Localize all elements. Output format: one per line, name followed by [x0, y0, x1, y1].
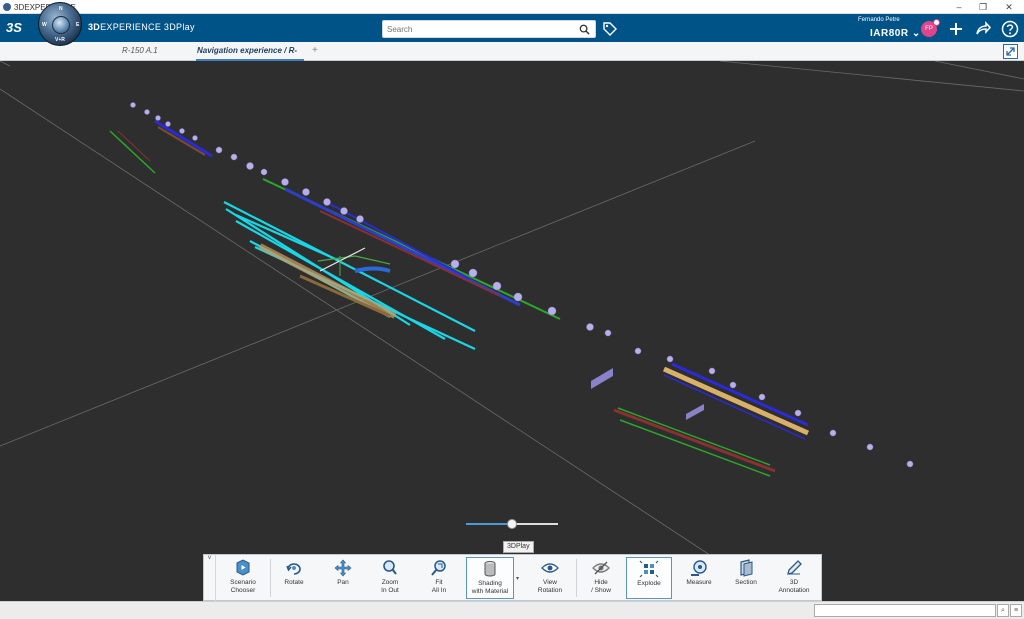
- upper-rail-assembly: [109, 119, 561, 320]
- toolbar-separator: [576, 559, 577, 597]
- close-window-button[interactable]: ✕: [1002, 1, 1016, 13]
- app-window-icon: [3, 3, 11, 11]
- slider-knob[interactable]: [507, 519, 517, 529]
- minimize-button[interactable]: –: [952, 1, 966, 13]
- search-icon[interactable]: [579, 24, 590, 35]
- 3d-annotation-button[interactable]: 3D Annotation: [771, 557, 817, 599]
- notification-dot: [933, 19, 940, 26]
- user-name[interactable]: Fernando Petre: [858, 17, 900, 23]
- zoom-button[interactable]: Zoom In Out: [367, 557, 413, 599]
- lower-rail-assembly: [613, 362, 810, 477]
- section-icon: [740, 559, 753, 577]
- compass-widget[interactable]: N W E V+R: [38, 2, 82, 46]
- section-button[interactable]: Section: [723, 557, 769, 599]
- action-bar: ˅ Scenario Chooser Rotate Pan Zoom In Ou…: [203, 554, 822, 601]
- timeline-slider[interactable]: [466, 519, 558, 529]
- shading-icon: [484, 561, 496, 577]
- tab-navigation-experience[interactable]: Navigation experience / R-: [197, 46, 297, 55]
- hide-show-icon: [592, 561, 610, 575]
- status-bar: ⌕ ≡: [0, 601, 1024, 619]
- compass-north: N: [59, 6, 63, 12]
- pan-button[interactable]: Pan: [320, 557, 366, 599]
- brand-logo: 3S: [6, 20, 22, 35]
- view-rotation-icon: [541, 563, 559, 573]
- tab-strip: R-150 A.1 Navigation experience / R- +: [0, 42, 1024, 61]
- collapse-arrows-icon: [1006, 47, 1015, 56]
- shading-with-material-button[interactable]: Shading with Material: [466, 557, 514, 599]
- add-tab-button[interactable]: +: [312, 45, 318, 56]
- scenario-chooser-button[interactable]: Scenario Chooser: [220, 557, 266, 599]
- help-icon[interactable]: [1001, 20, 1019, 38]
- search-box: [382, 20, 596, 38]
- compass-west: W: [42, 22, 47, 28]
- fullscreen-button[interactable]: [1003, 44, 1018, 59]
- chevron-down-icon: ⌄: [911, 28, 921, 39]
- shading-dropdown-icon[interactable]: ▾: [516, 575, 519, 582]
- annotation-icon: [787, 560, 802, 575]
- measure-icon: [691, 560, 707, 576]
- compass-play-button[interactable]: [52, 16, 70, 34]
- slider-track-filled: [466, 523, 512, 525]
- app-title: 3DEXPERIENCE 3DPlay: [88, 22, 195, 32]
- command-search-icon[interactable]: ⌕: [997, 604, 1009, 617]
- tooltip: 3DPlay: [503, 541, 534, 553]
- rotate-icon: [286, 563, 301, 575]
- share-icon[interactable]: [974, 20, 992, 38]
- tenant-selector[interactable]: IAR80R ⌄: [870, 28, 921, 39]
- explode-button[interactable]: Explode: [626, 557, 672, 599]
- pan-icon: [334, 559, 352, 577]
- measure-button[interactable]: Measure: [676, 557, 722, 599]
- add-icon[interactable]: [947, 20, 965, 38]
- view-rotation-button[interactable]: View Rotation: [527, 557, 573, 599]
- zoom-icon: [383, 560, 397, 575]
- bracket-parts: [130, 102, 914, 468]
- hide-show-button[interactable]: Hide / Show: [578, 557, 624, 599]
- explode-icon: [639, 560, 659, 578]
- collapse-toolbar-button[interactable]: ˅: [204, 555, 216, 601]
- slider-track-empty: [512, 523, 558, 525]
- panel-parts: [591, 368, 704, 420]
- fit-all-in-button[interactable]: Fit All In: [416, 557, 462, 599]
- command-options-icon[interactable]: ≡: [1010, 604, 1022, 617]
- command-input[interactable]: [814, 604, 996, 617]
- compass-east: E: [76, 22, 80, 28]
- fit-all-icon: [431, 560, 446, 576]
- compass-south: V+R: [55, 37, 65, 43]
- scenario-chooser-icon: [236, 559, 250, 576]
- search-input[interactable]: [387, 23, 577, 36]
- tag-icon[interactable]: [602, 21, 618, 37]
- rotate-button[interactable]: Rotate: [271, 557, 317, 599]
- tab-r150[interactable]: R-150 A.1: [122, 46, 158, 55]
- restore-button[interactable]: ❐: [976, 1, 990, 13]
- avatar[interactable]: FP: [921, 19, 940, 37]
- os-title-bar: 3DEXPERIENCE – ❐ ✕: [0, 0, 1024, 14]
